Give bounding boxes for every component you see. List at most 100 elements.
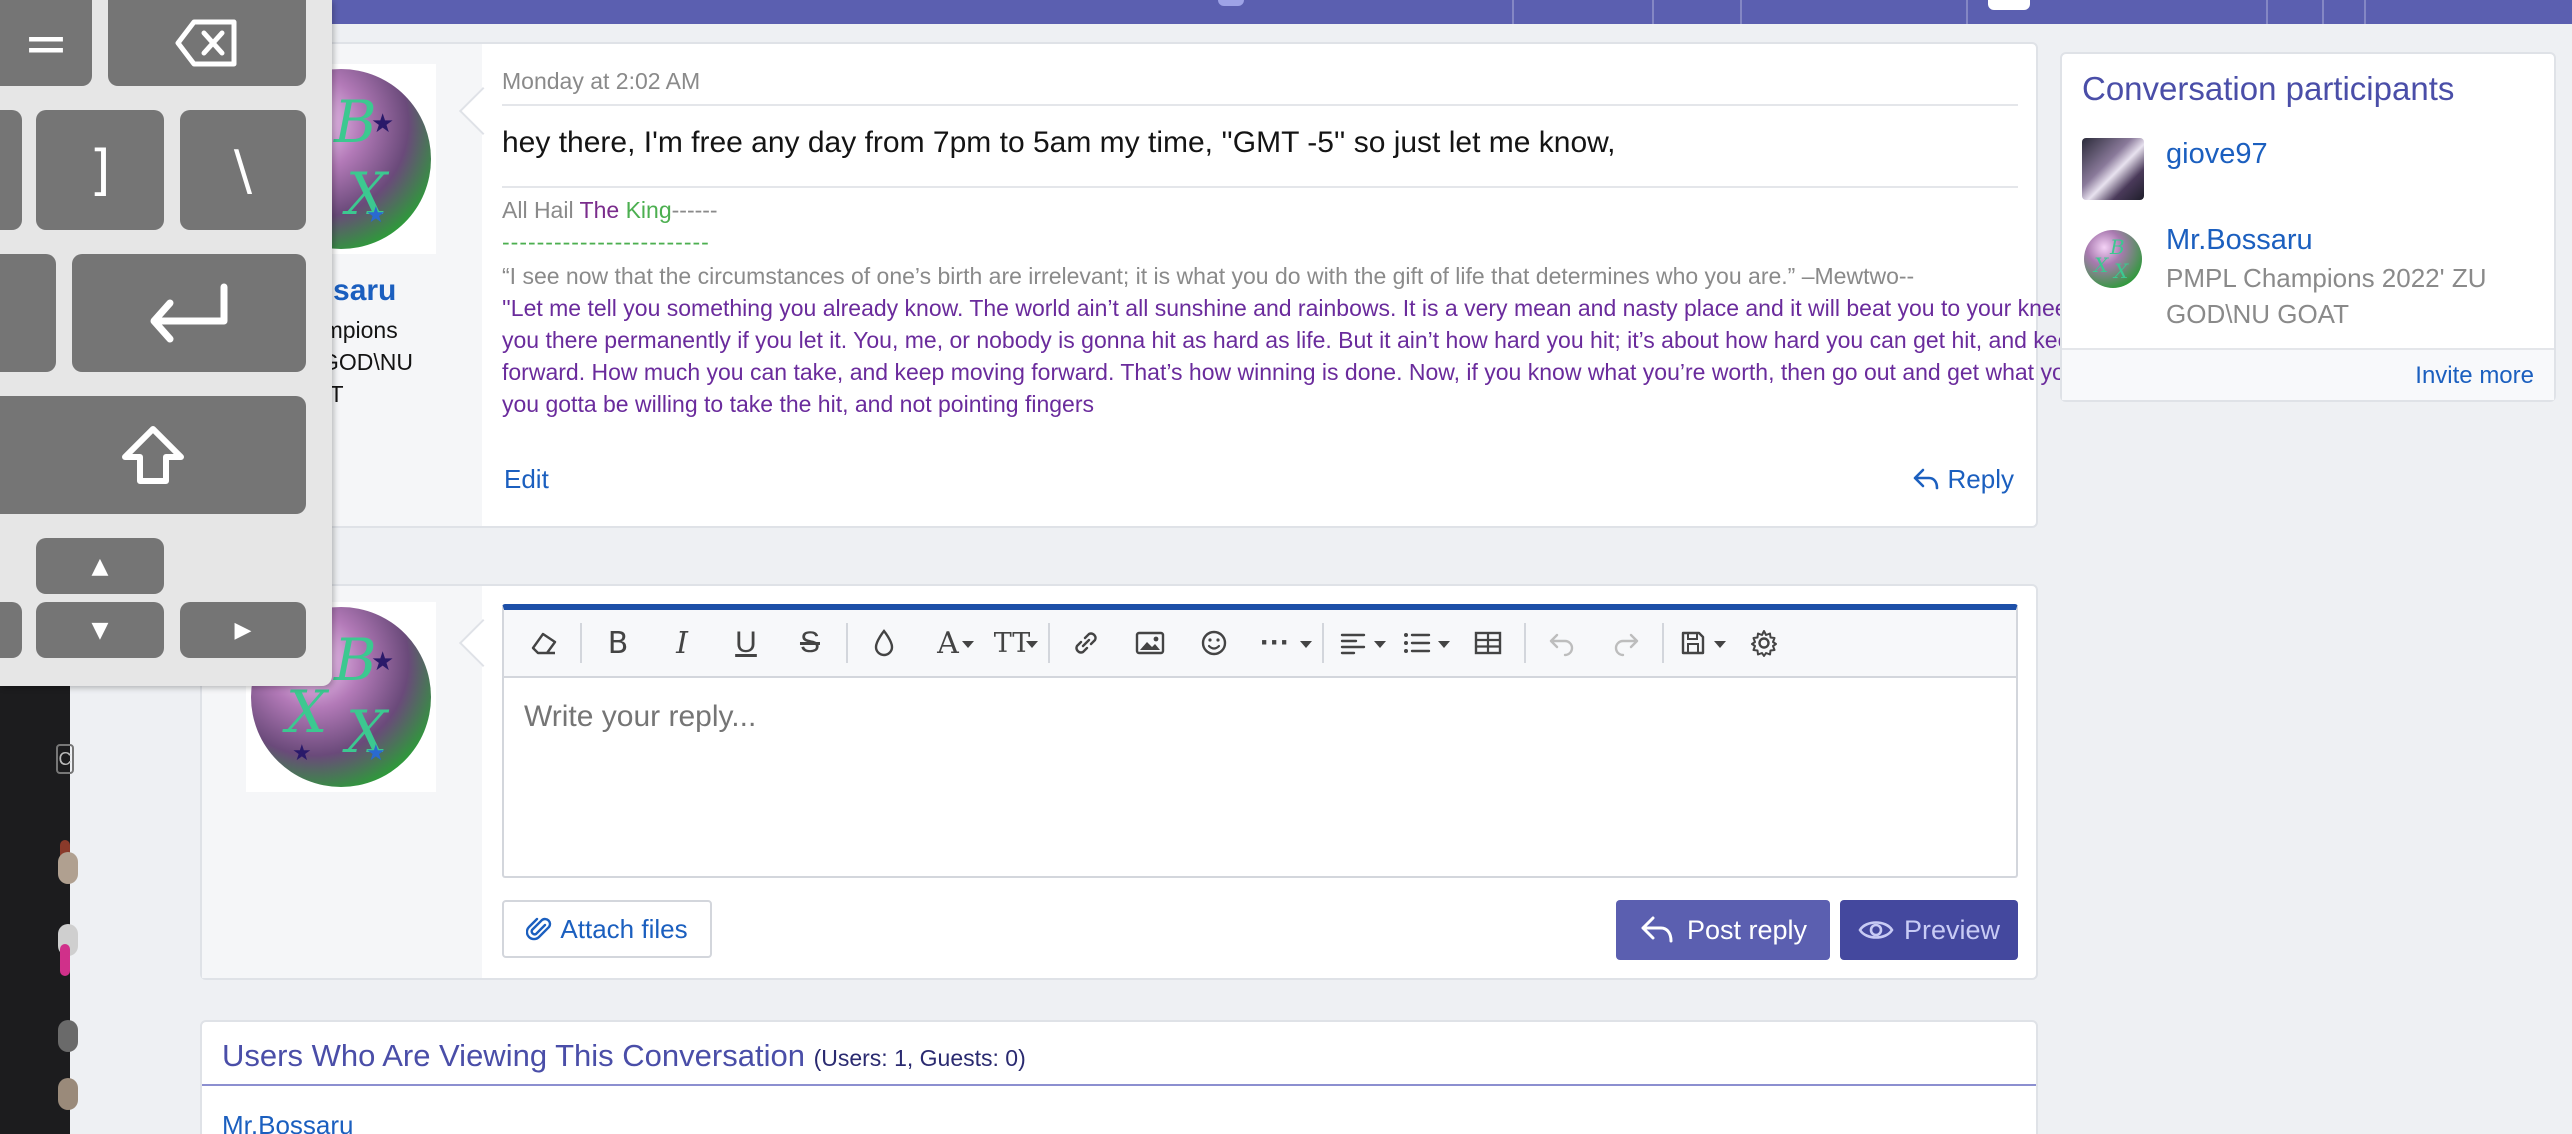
return-icon — [150, 283, 228, 343]
table-icon[interactable] — [1456, 609, 1520, 677]
svg-text:★: ★ — [371, 646, 394, 676]
signature-hail-line: All Hail The King------ — [502, 194, 2222, 226]
key-partial[interactable] — [0, 254, 56, 372]
quick-reply-block: B X X ★ ★ ★ B I U S A TT ··· Write your … — [200, 584, 2038, 980]
rich-text-editor: B I U S A TT ··· — [502, 604, 2018, 878]
svg-text:★: ★ — [371, 108, 394, 138]
undo-icon[interactable] — [1530, 609, 1594, 677]
signature-quote-rocky: ''Let me tell you something you already … — [502, 295, 2214, 417]
reply-label: Reply — [1947, 464, 2014, 494]
gear-icon[interactable] — [1732, 609, 1796, 677]
reply-link[interactable]: Reply — [1912, 464, 2014, 495]
svg-text:★: ★ — [366, 202, 386, 227]
nav-tab[interactable] — [1652, 0, 1740, 24]
svg-text:B: B — [2109, 235, 2125, 259]
svg-text:X: X — [2092, 253, 2109, 277]
preview-button[interactable]: Preview — [1840, 900, 2018, 960]
toolbar-separator — [846, 623, 848, 663]
toolbar-separator — [580, 623, 582, 663]
on-screen-keyboard: = ] \ ▲ ▼ ▶ — [0, 0, 332, 686]
font-size-button[interactable]: TT — [980, 609, 1044, 677]
side-app-icon[interactable] — [60, 944, 70, 976]
svg-text:★: ★ — [292, 740, 312, 765]
eye-icon — [1858, 921, 1894, 939]
eraser-icon[interactable] — [512, 609, 576, 677]
signature-dash-line: ------------------------ — [502, 229, 710, 255]
nav-tab[interactable] — [1512, 0, 1652, 24]
post-reply-button[interactable]: Post reply — [1616, 900, 1830, 960]
svg-text:X: X — [2112, 259, 2129, 283]
paperclip-icon — [526, 917, 552, 941]
redo-icon[interactable] — [1594, 609, 1658, 677]
side-tab-box[interactable]: C — [56, 744, 74, 774]
attach-files-button[interactable]: Attach files — [502, 900, 712, 958]
toolbar-separator — [1322, 623, 1324, 663]
attach-files-label: Attach files — [560, 913, 688, 944]
sig-text-king: King — [619, 197, 672, 223]
toolbar-separator — [1048, 623, 1050, 663]
toolbar-separator — [1524, 623, 1526, 663]
key-arrow-up[interactable]: ▲ — [36, 538, 164, 594]
participant-title: PMPL Champions 2022' ZU GOD\NU GOAT — [2166, 263, 2487, 329]
shift-icon — [122, 426, 184, 484]
key-arrow-down[interactable]: ▼ — [36, 602, 164, 658]
nav-search[interactable] — [2322, 0, 2366, 24]
underline-button[interactable]: U — [714, 609, 778, 677]
font-family-button[interactable]: A — [916, 609, 980, 677]
key-backslash[interactable]: \ — [180, 110, 306, 230]
align-icon[interactable] — [1328, 609, 1392, 677]
bold-button[interactable]: B — [586, 609, 650, 677]
backspace-icon — [175, 19, 237, 67]
key-equals[interactable]: = — [0, 0, 92, 86]
list-icon[interactable] — [1392, 609, 1456, 677]
reply-icon — [1641, 916, 1673, 943]
link-icon[interactable] — [1054, 609, 1118, 677]
users-viewing-block: Users Who Are Viewing This Conversation … — [200, 1020, 2038, 1134]
preview-label: Preview — [1903, 914, 2001, 945]
svg-text:X: X — [282, 678, 330, 746]
key-arrow-left[interactable] — [0, 602, 22, 658]
participants-heading: Conversation participants — [2082, 70, 2455, 107]
sig-text-dashes: ------ — [671, 197, 718, 223]
message-date[interactable]: Monday at 2:02 AM — [502, 68, 700, 95]
image-icon[interactable] — [1118, 609, 1182, 677]
side-app-icon[interactable] — [58, 852, 78, 884]
svg-text:★: ★ — [366, 740, 386, 765]
participant-name[interactable]: Mr.Bossaru — [2166, 224, 2313, 257]
participant-avatar[interactable]: B X X — [2082, 228, 2144, 290]
reply-text-input[interactable] — [524, 700, 1984, 734]
divider — [502, 186, 2018, 188]
save-draft-icon[interactable] — [1668, 609, 1732, 677]
nav-avatar[interactable] — [1988, 0, 2030, 10]
key-partial[interactable] — [0, 110, 22, 230]
post-reply-label: Post reply — [1686, 914, 1808, 945]
italic-button[interactable]: I — [650, 609, 714, 677]
message-signature: All Hail The King------ ----------------… — [502, 194, 2222, 484]
key-arrow-right[interactable]: ▶ — [180, 602, 306, 658]
emoji-icon[interactable] — [1182, 609, 1246, 677]
side-app-icon[interactable] — [58, 1020, 78, 1052]
participant-name[interactable]: giove97 — [2166, 138, 2268, 171]
key-return[interactable] — [72, 254, 306, 372]
users-viewing-heading: Users Who Are Viewing This Conversation … — [222, 1038, 1026, 1074]
nav-tab[interactable] — [1740, 0, 1928, 24]
signature-quote-mewtwo: “I see now that the circumstances of one… — [502, 263, 1915, 289]
nav-tab[interactable] — [2266, 0, 2322, 24]
key-backspace[interactable] — [108, 0, 306, 86]
viewing-user-link[interactable]: Mr.Bossaru — [222, 1110, 354, 1134]
divider — [202, 1084, 2036, 1086]
strikethrough-button[interactable]: S — [778, 609, 842, 677]
top-navigation-bar — [0, 0, 2572, 24]
sig-text-the: The — [579, 197, 620, 223]
participant-avatar[interactable] — [2082, 138, 2144, 200]
side-app-icon[interactable] — [58, 1078, 78, 1110]
key-shift[interactable] — [0, 396, 306, 514]
viewing-counts: (Users: 1, Guests: 0) — [813, 1045, 1026, 1071]
invite-more-link[interactable]: Invite more — [2415, 362, 2534, 390]
more-options-button[interactable]: ··· — [1246, 609, 1318, 677]
key-bracket-right[interactable]: ] — [36, 110, 164, 230]
text-color-icon[interactable] — [852, 609, 916, 677]
edit-link[interactable]: Edit — [504, 464, 549, 495]
nav-indicator — [1218, 0, 1244, 6]
conversation-message: B X X ★ ★ ossaru hampions U GOD\NU OAT M… — [200, 42, 2213, 528]
